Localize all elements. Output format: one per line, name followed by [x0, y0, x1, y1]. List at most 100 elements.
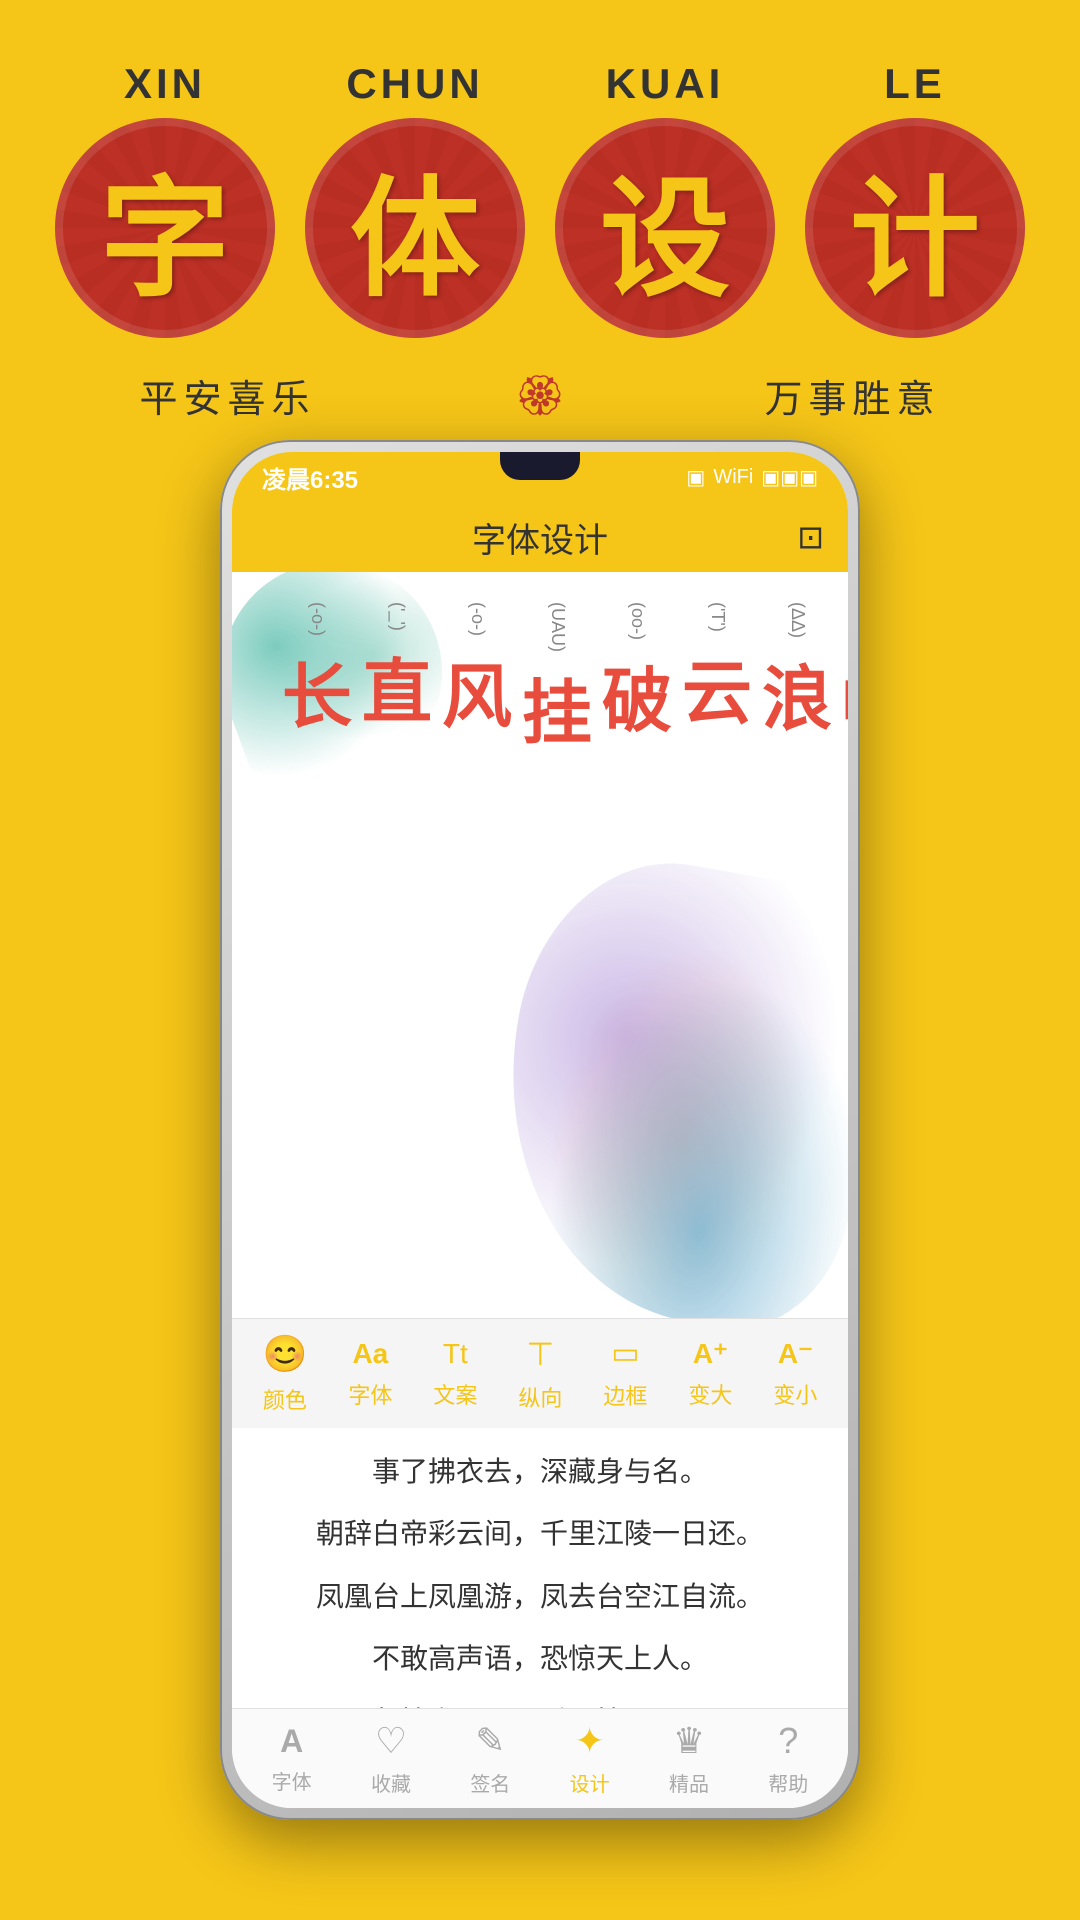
bottom-nav: A 字体 ♡ 收藏 ✎ 签名 ✦ 设计 — [232, 1708, 848, 1808]
char-7: 帆 — [842, 647, 848, 748]
border-label: 边框 — [603, 1379, 647, 1411]
toolbar-vertical[interactable]: ⊤ 纵向 — [518, 1335, 562, 1413]
annot-5: ('T') — [706, 602, 728, 632]
vertical-icon: ⊤ — [526, 1335, 554, 1373]
poem-line-0: 事了拂衣去，深藏身与名。 — [262, 1448, 818, 1498]
nav-collect[interactable]: ♡ 收藏 — [371, 1720, 411, 1797]
pinyin-xin-text: XIN — [40, 60, 290, 108]
status-bar: 凌晨6:35 ▣ WiFi ▣▣▣ — [232, 452, 848, 502]
nav-help[interactable]: ? 帮助 — [768, 1720, 808, 1797]
toolbar-border[interactable]: ▭ 边框 — [603, 1336, 647, 1411]
annot-0: (-o-) — [306, 602, 328, 636]
signal-icon: WiFi — [713, 466, 753, 489]
app-header: 字体设计 ⊡ — [232, 502, 848, 572]
copy-icon: Tt — [443, 1338, 468, 1370]
nav-premium-label: 精品 — [669, 1768, 709, 1797]
content-image: (-o-) 长 ('_') 直 (-o-) 风 — [232, 572, 848, 1318]
nav-font-icon: A — [280, 1723, 303, 1760]
lotus-icon: 🏵 — [515, 372, 566, 419]
pinyin-kuai-text: KUAI — [540, 60, 790, 108]
nav-design-label: 设计 — [570, 1768, 610, 1797]
nav-design[interactable]: ✦ 设计 — [570, 1720, 610, 1797]
status-icons: ▣ WiFi ▣▣▣ — [686, 465, 818, 490]
circle-zi: 字 — [55, 118, 275, 338]
char-0: 长 — [282, 641, 352, 742]
nav-premium[interactable]: ♛ 精品 — [669, 1720, 709, 1797]
vertical-label: 纵向 — [518, 1381, 562, 1413]
char-zi: 字 — [100, 134, 230, 322]
pinyin-le-text: LE — [790, 60, 1040, 108]
phone-outer: 凌晨6:35 ▣ WiFi ▣▣▣ 字体设计 ⊡ — [220, 440, 860, 1820]
nav-sign[interactable]: ✎ 签名 — [470, 1720, 510, 1797]
char-2: 风 — [442, 641, 512, 742]
smaller-icon: A⁻ — [778, 1337, 813, 1370]
nav-collect-label: 收藏 — [371, 1768, 411, 1797]
annot-1: ('_') — [386, 602, 408, 631]
nav-font-label: 字体 — [272, 1766, 312, 1795]
poem-container[interactable]: (-o-) 长 ('_') 直 (-o-) 风 — [282, 602, 848, 758]
app-title: 字体设计 — [472, 513, 608, 562]
notch — [500, 452, 580, 480]
circle-she: 设 — [555, 118, 775, 338]
toolbar-smaller[interactable]: A⁻ 变小 — [773, 1337, 817, 1410]
nav-sign-icon: ✎ — [475, 1720, 505, 1762]
pinyin-xin: XIN 字 — [40, 60, 290, 338]
poem-col-5: ('T') 云 — [682, 602, 752, 758]
nav-collect-icon: ♡ — [375, 1720, 407, 1762]
poem-col-7: ('△') 帆 — [842, 602, 848, 758]
poem-col-3: (UAU) 挂 — [522, 602, 592, 758]
border-icon: ▭ — [611, 1336, 639, 1371]
swirl-bottom-right — [472, 840, 848, 1318]
blessing-left: 平安喜乐 — [140, 368, 316, 423]
poem-col-2: (-o-) 风 — [442, 602, 512, 758]
blessing-row: 平安喜乐 🏵 万事胜意 — [40, 368, 1040, 423]
poem-line-2: 凤凰台上凤凰游，凤去台空江自流。 — [262, 1573, 818, 1623]
toolbar-copy[interactable]: Tt 文案 — [433, 1338, 477, 1410]
wifi-icon: ▣ — [686, 465, 705, 490]
font-icon: Aa — [352, 1338, 388, 1370]
poem-line-1: 朝辞白帝彩云间，千里江陵一日还。 — [262, 1510, 818, 1560]
font-label: 字体 — [348, 1378, 392, 1410]
char-ji: 计 — [850, 134, 980, 322]
char-1: 直 — [362, 636, 432, 737]
nav-design-icon: ✦ — [575, 1720, 605, 1762]
circle-ti: 体 — [305, 118, 525, 338]
bigger-label: 变大 — [688, 1378, 732, 1410]
nav-help-icon: ? — [778, 1720, 798, 1762]
toolbar-color[interactable]: 😊 颜色 — [263, 1333, 308, 1415]
char-3: 挂 — [522, 657, 592, 758]
toolbar: 😊 颜色 Aa 字体 Tt 文案 ⊤ 纵向 — [232, 1318, 848, 1428]
annot-6: (ΔΔ) — [786, 602, 808, 638]
nav-font[interactable]: A 字体 — [272, 1723, 312, 1795]
char-she: 设 — [600, 134, 730, 322]
blessing-right: 万事胜意 — [764, 368, 940, 423]
nav-premium-icon: ♛ — [673, 1720, 705, 1762]
color-label: 颜色 — [263, 1383, 307, 1415]
content-area: (-o-) 长 ('_') 直 (-o-) 风 — [232, 572, 848, 1318]
pinyin-row: XIN 字 CHUN 体 KUAI 设 LE 计 — [40, 60, 1040, 338]
poem-line-3: 不敢高声语，恐惊天上人。 — [262, 1635, 818, 1685]
char-4: 破 — [602, 645, 672, 746]
edit-icon[interactable]: ⊡ — [797, 518, 824, 556]
pinyin-chun: CHUN 体 — [290, 60, 540, 338]
pinyin-chun-text: CHUN — [290, 60, 540, 108]
status-time: 凌晨6:35 — [262, 460, 358, 495]
bigger-icon: A⁺ — [693, 1337, 728, 1370]
pinyin-le: LE 计 — [790, 60, 1040, 338]
poem-col-6: (ΔΔ) 浪 — [762, 602, 832, 758]
battery-icon: ▣▣▣ — [761, 465, 818, 490]
phone-screen: 凌晨6:35 ▣ WiFi ▣▣▣ 字体设计 ⊡ — [232, 452, 848, 1808]
toolbar-bigger[interactable]: A⁺ 变大 — [688, 1337, 732, 1410]
nav-sign-label: 签名 — [470, 1768, 510, 1797]
poem-col-4: (oo-) 破 — [602, 602, 672, 758]
color-icon: 😊 — [263, 1333, 308, 1375]
toolbar-font[interactable]: Aa 字体 — [348, 1338, 392, 1410]
nav-help-label: 帮助 — [768, 1768, 808, 1797]
poem-col-1: ('_') 直 — [362, 602, 432, 758]
poem-col-0: (-o-) 长 — [282, 602, 352, 758]
annot-3: (UAU) — [546, 602, 568, 652]
phone-mockup: 凌晨6:35 ▣ WiFi ▣▣▣ 字体设计 ⊡ — [220, 440, 860, 1820]
copy-label: 文案 — [433, 1378, 477, 1410]
annot-2: (-o-) — [466, 602, 488, 636]
char-ti: 体 — [350, 134, 480, 322]
